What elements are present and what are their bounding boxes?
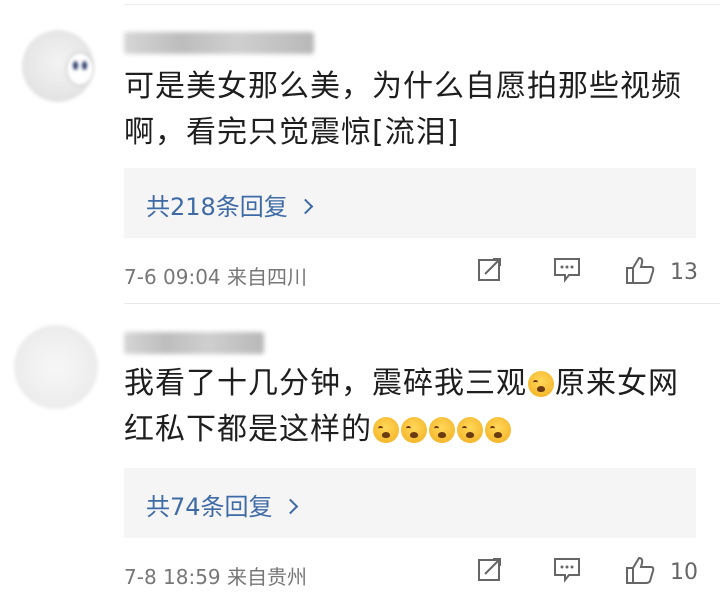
share-icon[interactable] [476,255,504,283]
comment-actions: 10 [0,553,720,593]
comment-item: 我看了十几分钟，震碎我三观 原来女网红私下都是这样的 共74条回复 7-8 18:… [0,305,720,600]
share-icon[interactable] [476,555,504,583]
crying-face-emoji [373,417,399,443]
thumbs-up-icon[interactable] [624,255,656,285]
replies-link[interactable]: 共218条回复 [146,187,314,222]
avatar-face [66,52,94,86]
crying-face-emoji [429,417,455,443]
replies-box[interactable]: 共74条回复 [124,468,696,538]
replies-label: 共218条回复 [146,193,288,221]
comment-divider [124,303,720,304]
chevron-right-icon [282,498,298,515]
like-count: 10 [670,560,698,585]
replies-label: 共74条回复 [146,493,273,521]
comment-text: 可是美女那么美，为什么自愿拍那些视频啊，看完只觉震惊[流泪] [124,64,694,156]
username-blurred[interactable] [124,32,314,54]
avatar-eye [73,61,78,70]
chevron-right-icon [297,198,314,215]
comment-icon[interactable] [552,255,582,283]
avatar[interactable] [22,30,94,102]
username-blurred[interactable] [124,332,264,354]
comment-text-segment: 我看了十几分钟，震碎我三观 [124,366,527,401]
comment-text-segment: 可是美女那么美，为什么自愿拍那些视频啊，看完只觉震惊[流泪] [124,69,682,150]
comment-actions: 13 [0,253,720,293]
replies-box[interactable]: 共218条回复 [124,168,696,238]
crying-face-emoji [457,417,483,443]
crying-face-emoji [485,417,511,443]
avatar[interactable] [14,325,98,409]
crying-face-emoji [528,371,554,397]
comment-text: 我看了十几分钟，震碎我三观 原来女网红私下都是这样的 [124,361,694,453]
avatar-eye [82,61,87,70]
thumbs-up-icon[interactable] [624,555,656,585]
comment-icon[interactable] [552,555,582,583]
comment-item: 可是美女那么美，为什么自愿拍那些视频啊，看完只觉震惊[流泪] 共218条回复 7… [0,0,720,298]
replies-link[interactable]: 共74条回复 [146,487,298,522]
crying-face-emoji [401,417,427,443]
like-count: 13 [670,260,698,285]
